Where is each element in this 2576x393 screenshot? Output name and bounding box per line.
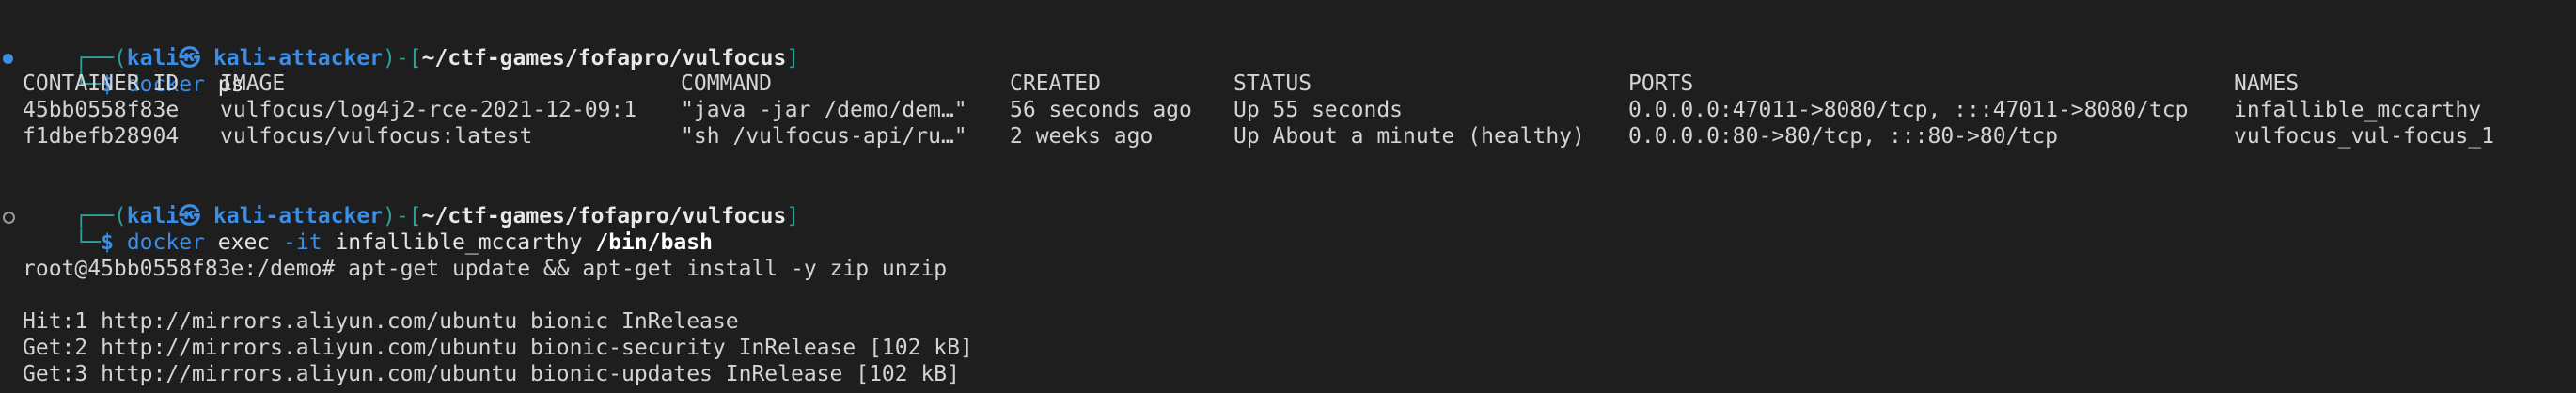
header-container-id: CONTAINER ID [23,71,180,96]
cell-container-id: f1dbefb28904 [23,124,180,149]
command-line-1: └─$ docker ps [23,45,243,97]
prompt-frame-bottom: └─ [74,230,102,255]
command-running-dot-icon[interactable] [3,212,15,224]
cell-ports: 0.0.0.0:80->80/tcp, :::80->80/tcp [1628,124,2058,149]
command-name: docker [126,230,205,255]
cell-created: 2 weeks ago [1010,124,1154,149]
prompt-frame-mid: )-[ [383,46,422,71]
header-created: CREATED [1010,71,1101,96]
cell-status: Up 55 seconds [1233,98,1404,122]
prompt-frame-close: ] [786,46,800,71]
cell-names: vulfocus_vul-focus_1 [2234,124,2494,149]
cell-container-id: 45bb0558f83e [23,98,180,122]
header-command: COMMAND [681,71,772,96]
command-line-2: └─$ docker exec -it infallible_mccarthy … [23,203,713,255]
apt-output-line: Hit:1 http://mirrors.aliyun.com/ubuntu b… [23,309,739,334]
cell-ports: 0.0.0.0:47011->8080/tcp, :::47011->8080/… [1628,98,2189,122]
prompt-header-1: ┌──(kali㉿ kali-attacker)-[~/ctf-games/fo… [23,19,799,71]
command-flag: -it [283,230,322,255]
prompt-dollar: $ [101,230,114,255]
command-status-dot-icon[interactable] [3,54,13,64]
apt-output-line: Get:2 http://mirrors.aliyun.com/ubuntu b… [23,336,973,360]
cell-image: vulfocus/vulfocus:latest [220,124,533,149]
cell-created: 56 seconds ago [1010,98,1192,122]
cell-names: infallible_mccarthy [2234,98,2482,122]
header-ports: PORTS [1628,71,1694,96]
header-names: NAMES [2234,71,2300,96]
cell-status: Up About a minute (healthy) [1233,124,1585,149]
cell-command: "sh /vulfocus-api/ru…" [681,124,967,149]
cell-command: "java -jar /demo/dem…" [681,98,967,122]
command-shell: /bin/bash [595,230,713,255]
prompt-header-2: ┌──(kali㉿ kali-attacker)-[~/ctf-games/fo… [23,177,799,228]
command-target: infallible_mccarthy [322,230,596,255]
apt-output-line: Get:3 http://mirrors.aliyun.com/ubuntu b… [23,362,960,386]
container-command-line: root@45bb0558f83e:/demo# apt-get update … [23,257,948,281]
command-subcommand: exec [204,230,283,255]
header-image: IMAGE [220,71,286,96]
prompt-path: ~/ctf-games/fofapro/vulfocus [421,46,787,71]
prompt-frame-close: ] [786,204,800,228]
header-status: STATUS [1233,71,1312,96]
cell-image: vulfocus/log4j2-rce-2021-12-09:1 [220,98,637,122]
